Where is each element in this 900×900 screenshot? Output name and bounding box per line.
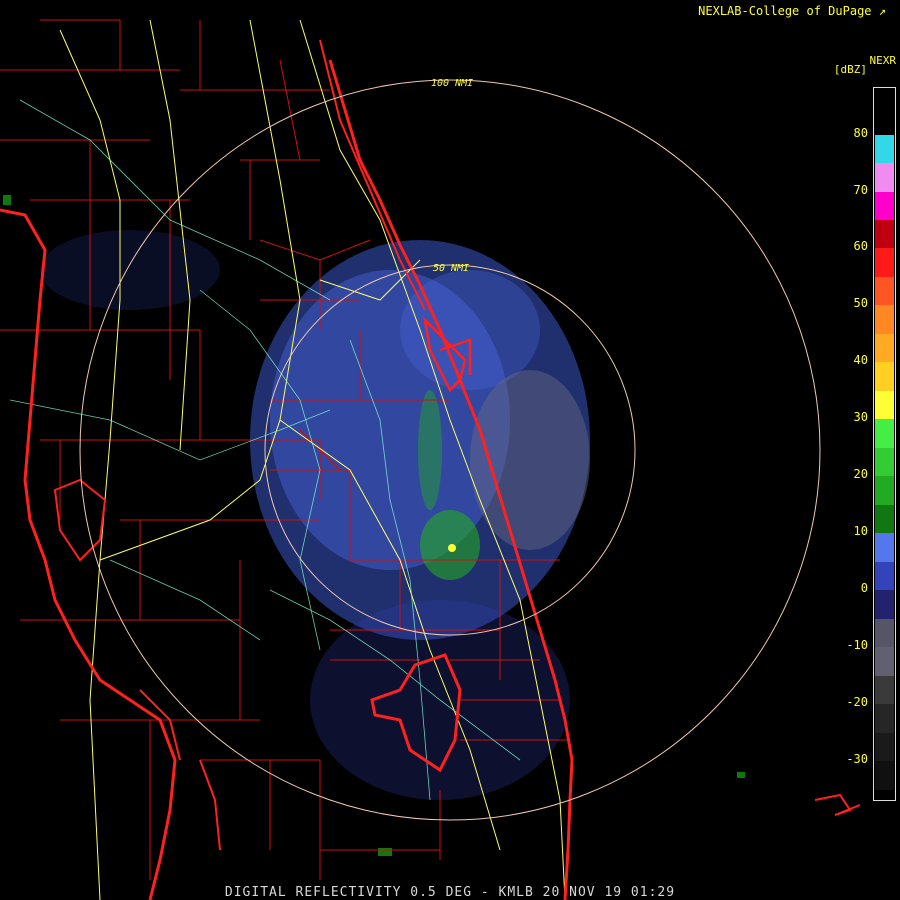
colorbar-tick-label: 60 (853, 239, 868, 254)
colorbar-title: NEXR (869, 54, 897, 67)
product-footer: DIGITAL REFLECTIVITY 0.5 DEG - KMLB 20 N… (224, 885, 676, 900)
colorbar-tick-label: 20 (853, 467, 868, 482)
colorbar-segment (875, 248, 894, 277)
colorbar-tick-label: -30 (846, 752, 868, 767)
colorbar-tick-label: -20 (846, 695, 868, 710)
colorbar-segment (875, 561, 894, 591)
ring-label-50: 50 NMI (433, 263, 469, 274)
echo-speck-east (737, 772, 745, 778)
echo-northwest (40, 230, 220, 310)
arrow-icon: ↗ (878, 4, 886, 18)
colorbar-segment (875, 533, 894, 562)
colorbar-tick-label: 30 (853, 410, 868, 425)
colorbar-segment (875, 333, 894, 363)
colorbar-tick-label: 10 (853, 524, 868, 539)
colorbar-tick-label: -10 (846, 638, 868, 653)
echo-peak (448, 544, 456, 552)
echo-green-band (418, 390, 442, 510)
colorbar-tick-label: 50 (853, 296, 868, 311)
colorbar-segment (875, 675, 894, 705)
colorbar-segment (875, 504, 894, 534)
colorbar-segment (875, 761, 894, 790)
colorbar-segment (875, 447, 894, 477)
colorbar-segment (875, 704, 894, 733)
colorbar-unit: [dBZ] (833, 63, 867, 76)
colorbar-segment (875, 134, 894, 164)
colorbar-segment (875, 618, 894, 648)
colorbar-segment (875, 305, 894, 334)
colorbar-segment (875, 390, 894, 420)
colorbar (873, 87, 896, 801)
ring-label-100: 100 NMI (431, 78, 473, 89)
credit-label: NEXLAB-College of DuPage ↗ (698, 4, 886, 18)
colorbar-segment (875, 590, 894, 619)
colorbar-segment (875, 419, 894, 448)
colorbar-segment (875, 191, 894, 220)
colorbar-segment (875, 476, 894, 505)
colorbar-segment (875, 732, 894, 762)
radar-map: 50 NMI 100 NMI (0, 19, 861, 900)
colorbar-segment (875, 220, 894, 249)
colorbar-segment (875, 647, 894, 676)
colorbar-segment (875, 163, 894, 192)
colorbar-tick-label: 0 (860, 581, 868, 596)
colorbar-tick-label: 70 (853, 182, 868, 197)
colorbar-segment (875, 276, 894, 306)
echo-speck-west (3, 195, 11, 205)
colorbar-segment (875, 362, 894, 391)
echo-speck-south (378, 848, 392, 856)
colorbar-tick-label: 40 (853, 353, 868, 368)
colorbar-tick-label: 80 (853, 125, 868, 140)
credit-text: NEXLAB-College of DuPage (698, 4, 872, 18)
radar-viewer: 50 NMI 100 NMI NEXLAB-College of DuPage … (0, 0, 900, 900)
